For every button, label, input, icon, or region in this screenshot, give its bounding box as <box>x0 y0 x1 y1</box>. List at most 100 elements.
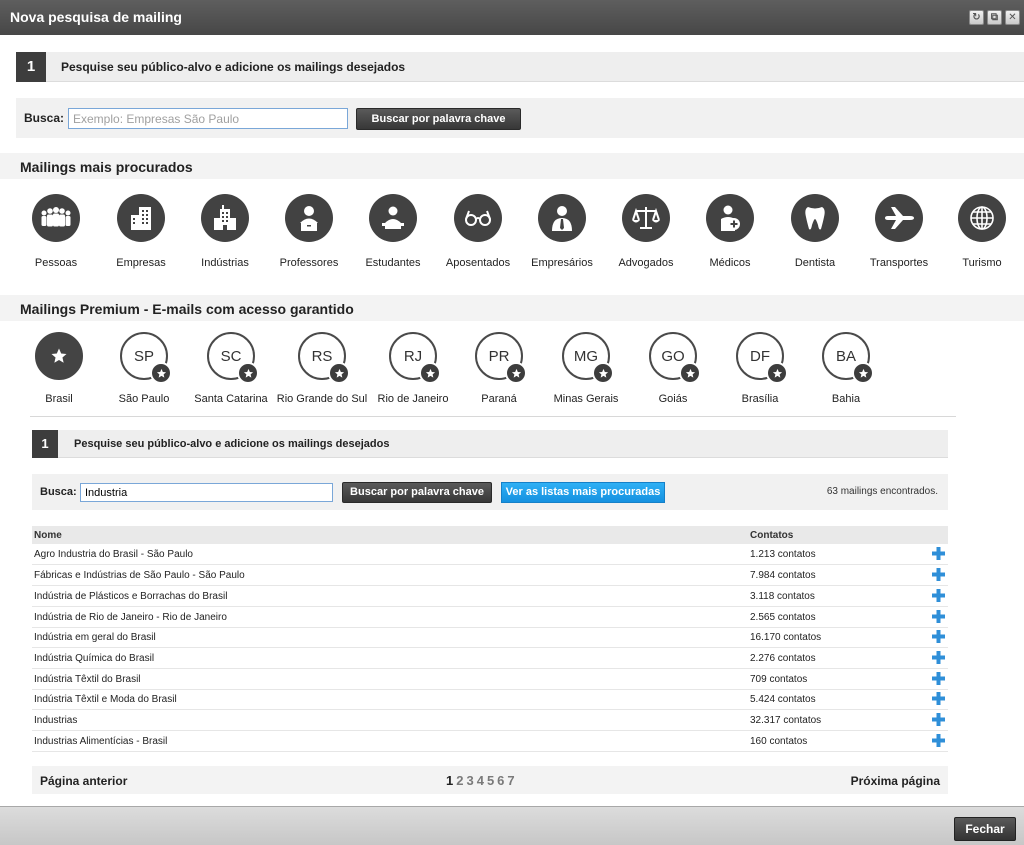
category-transportes[interactable]: Transportes <box>857 194 941 269</box>
row-name: Indústria em geral do Brasil <box>34 632 156 643</box>
category-advogados[interactable]: Advogados <box>604 194 688 269</box>
state-label: Rio Grande do Sul <box>276 393 368 405</box>
refresh-icon[interactable]: ↻ <box>969 10 984 25</box>
state-abbr: SP <box>133 347 154 365</box>
doctor-icon <box>706 194 754 242</box>
state-label: Minas Gerais <box>553 393 619 405</box>
page-link[interactable]: 3 <box>466 773 473 788</box>
table-row[interactable]: Indústria Química do Brasil 2.276 contat… <box>32 648 948 669</box>
keyword-search-button[interactable]: Buscar por palavra chave <box>356 108 521 130</box>
category-medicos[interactable]: Médicos <box>688 194 772 269</box>
state-rj[interactable]: RJ Rio de Janeiro <box>363 332 463 405</box>
page-numbers: 1234567 <box>446 773 518 788</box>
state-ba[interactable]: BA Bahia <box>796 332 896 405</box>
plus-icon[interactable] <box>932 672 945 685</box>
star-badge-icon <box>237 362 259 384</box>
plus-icon[interactable] <box>932 734 945 747</box>
row-name: Fábricas e Indústrias de São Paulo - São… <box>34 570 245 581</box>
window-controls: ↻ ⧉ ✕ <box>969 10 1020 25</box>
row-name: Agro Industria do Brasil - São Paulo <box>34 549 193 560</box>
table-row[interactable]: Indústria em geral do Brasil 16.170 cont… <box>32 627 948 648</box>
category-aposentados[interactable]: Aposentados <box>436 194 520 269</box>
premium-section-title: Mailings Premium - E-mails com acesso ga… <box>0 295 1024 321</box>
table-row[interactable]: Industrias 32.317 contatos <box>32 710 948 731</box>
step-text: Pesquise seu público-alvo e adicione os … <box>61 60 406 74</box>
state-label: Rio de Janeiro <box>377 393 449 405</box>
category-label: Transportes <box>869 257 929 269</box>
close-button[interactable]: Fechar <box>954 817 1016 841</box>
table-row[interactable]: Fábricas e Indústrias de São Paulo - São… <box>32 565 948 586</box>
people-icon <box>32 194 80 242</box>
page-link[interactable]: 4 <box>477 773 484 788</box>
row-name: Indústria Química do Brasil <box>34 653 155 664</box>
plus-icon[interactable] <box>932 547 945 560</box>
table-row[interactable]: Agro Industria do Brasil - São Paulo 1.2… <box>32 544 948 565</box>
category-industrias[interactable]: Indústrias <box>183 194 267 269</box>
state-abbr: RJ <box>403 347 423 365</box>
category-pessoas[interactable]: Pessoas <box>14 194 98 269</box>
category-empresas[interactable]: Empresas <box>99 194 183 269</box>
table-row[interactable]: Industrias Alimentícias - Brasil 160 con… <box>32 731 948 752</box>
table-row[interactable]: Indústria de Plásticos e Borrachas do Br… <box>32 586 948 607</box>
state-df[interactable]: DF Brasília <box>710 332 810 405</box>
page-link[interactable]: 6 <box>497 773 504 788</box>
state-go[interactable]: GO Goiás <box>623 332 723 405</box>
state-pr[interactable]: PR Paraná <box>449 332 549 405</box>
close-icon[interactable]: ✕ <box>1005 10 1020 25</box>
factory-icon <box>201 194 249 242</box>
state-label: Paraná <box>481 393 517 405</box>
state-sc[interactable]: SC Santa Catarina <box>181 332 281 405</box>
plus-icon[interactable] <box>932 610 945 623</box>
category-turismo[interactable]: Turismo <box>940 194 1024 269</box>
page-link[interactable]: 7 <box>507 773 514 788</box>
category-professores[interactable]: Professores <box>267 194 351 269</box>
keyword-search-button[interactable]: Buscar por palavra chave <box>342 482 492 503</box>
plus-icon[interactable] <box>932 568 945 581</box>
star-icon <box>51 348 67 363</box>
plus-icon[interactable] <box>932 692 945 705</box>
state-circle: RS <box>298 332 350 384</box>
table-row[interactable]: Indústria de Rio de Janeiro - Rio de Jan… <box>32 607 948 628</box>
category-label: Aposentados <box>445 257 511 269</box>
state-circle: MG <box>562 332 614 384</box>
category-dentista[interactable]: Dentista <box>773 194 857 269</box>
category-empresarios[interactable]: Empresários <box>520 194 604 269</box>
popular-lists-button[interactable]: Ver as listas mais procuradas <box>501 482 665 503</box>
table-header: Nome Contatos <box>32 526 948 544</box>
page-link-current[interactable]: 1 <box>446 773 453 788</box>
results-count: 63 mailings encontrados. <box>826 486 938 497</box>
search-input[interactable] <box>68 108 348 129</box>
results-search-bar: Busca: Buscar por palavra chave Ver as l… <box>32 474 948 510</box>
row-name: Indústria Têxtil e Moda do Brasil <box>34 694 177 705</box>
results-search-input[interactable] <box>80 483 333 502</box>
state-mg[interactable]: MG Minas Gerais <box>536 332 636 405</box>
plus-icon[interactable] <box>932 713 945 726</box>
plus-icon[interactable] <box>932 630 945 643</box>
category-estudantes[interactable]: Estudantes <box>351 194 435 269</box>
state-rs[interactable]: RS Rio Grande do Sul <box>272 332 372 405</box>
state-abbr: GO <box>661 347 685 365</box>
state-sp[interactable]: SP São Paulo <box>94 332 194 405</box>
state-circle: RJ <box>389 332 441 384</box>
category-label: Dentista <box>794 257 836 269</box>
airplane-icon <box>875 194 923 242</box>
category-label: Pessoas <box>34 257 78 269</box>
table-row[interactable]: Indústria Têxtil e Moda do Brasil 5.424 … <box>32 689 948 710</box>
popular-section-title: Mailings mais procurados <box>0 153 1024 179</box>
restore-icon[interactable]: ⧉ <box>987 10 1002 25</box>
table-row[interactable]: Indústria Têxtil do Brasil 709 contatos <box>32 669 948 690</box>
next-page-link[interactable]: Próxima página <box>851 774 940 788</box>
page-link[interactable]: 5 <box>487 773 494 788</box>
state-label: Bahia <box>831 393 861 405</box>
state-abbr: DF <box>750 347 770 365</box>
state-abbr: SC <box>220 347 242 365</box>
row-name: Industrias Alimentícias - Brasil <box>34 736 168 747</box>
plus-icon[interactable] <box>932 651 945 664</box>
glasses-icon <box>454 194 502 242</box>
previous-page-link[interactable]: Página anterior <box>40 774 127 788</box>
page-link[interactable]: 2 <box>456 773 463 788</box>
step-number: 1 <box>32 430 58 458</box>
plus-icon[interactable] <box>932 589 945 602</box>
step-number: 1 <box>16 52 46 82</box>
step-header: 1 Pesquise seu público-alvo e adicione o… <box>16 52 1024 82</box>
